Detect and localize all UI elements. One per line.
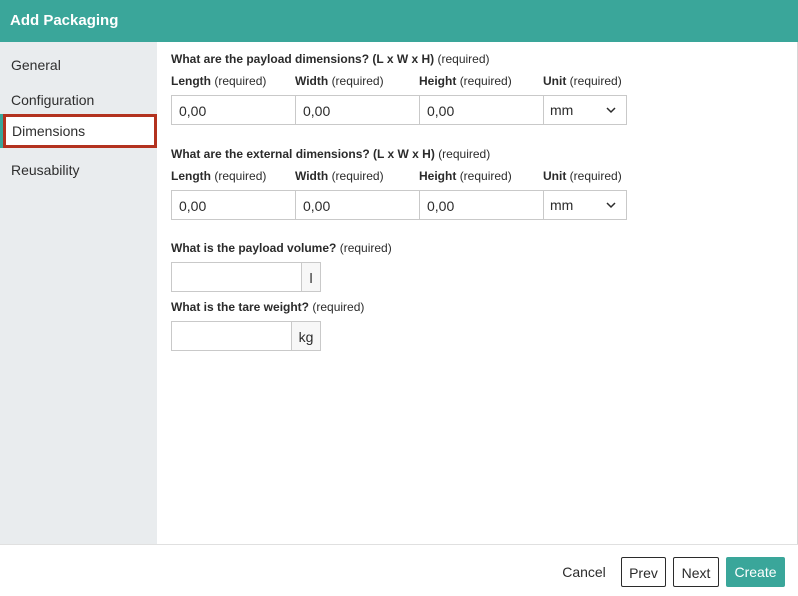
add-packaging-dialog: Add Packaging General Configuration Dime… xyxy=(0,0,798,596)
next-button[interactable]: Next xyxy=(673,557,719,587)
payload-width-input[interactable]: 0,00 xyxy=(296,96,420,124)
external-unit-select[interactable]: mm xyxy=(544,191,626,219)
external-width-input[interactable]: 0,00 xyxy=(296,191,420,219)
tare-weight-question: What is the tare weight? (required) xyxy=(171,300,364,314)
payload-volume-input[interactable] xyxy=(172,263,302,291)
external-unit-value: mm xyxy=(550,197,574,213)
payload-volume-unit: l xyxy=(302,263,320,291)
external-height-input[interactable]: 0,00 xyxy=(420,191,544,219)
required-note: (required) xyxy=(459,74,512,88)
required-note: (required) xyxy=(438,147,491,161)
payload-volume-question-text: What is the payload volume? xyxy=(171,241,337,255)
payload-dimensions-row: 0,00 0,00 0,00 mm xyxy=(171,95,627,125)
chevron-down-icon xyxy=(606,202,616,209)
dialog-footer: Cancel Prev Next Create xyxy=(0,544,798,596)
payload-length-label-text: Length xyxy=(171,74,211,88)
required-note: (required) xyxy=(569,169,622,183)
payload-width-label-text: Width xyxy=(295,74,329,88)
payload-unit-label-text: Unit xyxy=(543,74,567,88)
payload-unit-label: Unit (required) xyxy=(543,74,622,88)
required-note: (required) xyxy=(437,52,490,66)
payload-height-input[interactable]: 0,00 xyxy=(420,96,544,124)
required-note: (required) xyxy=(331,169,384,183)
sidebar-item-general[interactable]: General xyxy=(0,47,157,81)
required-note: (required) xyxy=(312,300,365,314)
payload-height-label-text: Height xyxy=(419,74,457,88)
required-note: (required) xyxy=(214,74,267,88)
payload-height-label: Height (required) xyxy=(419,74,512,88)
external-unit-label-text: Unit xyxy=(543,169,567,183)
tare-weight-question-text: What is the tare weight? xyxy=(171,300,310,314)
external-length-label: Length (required) xyxy=(171,169,266,183)
dialog-title: Add Packaging xyxy=(0,0,798,42)
sidebar-item-configuration[interactable]: Configuration xyxy=(0,82,157,116)
sidebar-item-dimensions[interactable]: Dimensions xyxy=(3,114,157,148)
main-content: What are the payload dimensions? (L x W … xyxy=(157,42,797,544)
required-note: (required) xyxy=(214,169,267,183)
external-width-label-text: Width xyxy=(295,169,329,183)
external-height-label: Height (required) xyxy=(419,169,512,183)
sidebar-item-reusability[interactable]: Reusability xyxy=(0,152,157,186)
required-note: (required) xyxy=(569,74,622,88)
external-unit-label: Unit (required) xyxy=(543,169,622,183)
payload-dimensions-question-text: What are the payload dimensions? (L x W … xyxy=(171,52,435,66)
payload-length-label: Length (required) xyxy=(171,74,266,88)
create-button[interactable]: Create xyxy=(726,557,785,587)
cancel-button[interactable]: Cancel xyxy=(555,557,613,587)
external-width-label: Width (required) xyxy=(295,169,384,183)
payload-volume-field: l xyxy=(171,262,321,292)
payload-width-label: Width (required) xyxy=(295,74,384,88)
tare-weight-input[interactable] xyxy=(172,322,292,350)
payload-unit-select[interactable]: mm xyxy=(544,96,626,124)
sidebar: General Configuration Dimensions Reusabi… xyxy=(0,42,157,544)
chevron-down-icon xyxy=(606,107,616,114)
external-dimensions-row: 0,00 0,00 0,00 mm xyxy=(171,190,627,220)
payload-length-input[interactable]: 0,00 xyxy=(172,96,296,124)
required-note: (required) xyxy=(459,169,512,183)
tare-weight-unit: kg xyxy=(292,322,320,350)
required-note: (required) xyxy=(331,74,384,88)
payload-volume-question: What is the payload volume? (required) xyxy=(171,241,392,255)
external-length-label-text: Length xyxy=(171,169,211,183)
external-dimensions-question: What are the external dimensions? (L x W… xyxy=(171,147,490,161)
tare-weight-field: kg xyxy=(171,321,321,351)
payload-unit-value: mm xyxy=(550,102,574,118)
external-dimensions-question-text: What are the external dimensions? (L x W… xyxy=(171,147,435,161)
prev-button[interactable]: Prev xyxy=(621,557,666,587)
required-note: (required) xyxy=(339,241,392,255)
external-height-label-text: Height xyxy=(419,169,457,183)
external-length-input[interactable]: 0,00 xyxy=(172,191,296,219)
payload-dimensions-question: What are the payload dimensions? (L x W … xyxy=(171,52,490,66)
